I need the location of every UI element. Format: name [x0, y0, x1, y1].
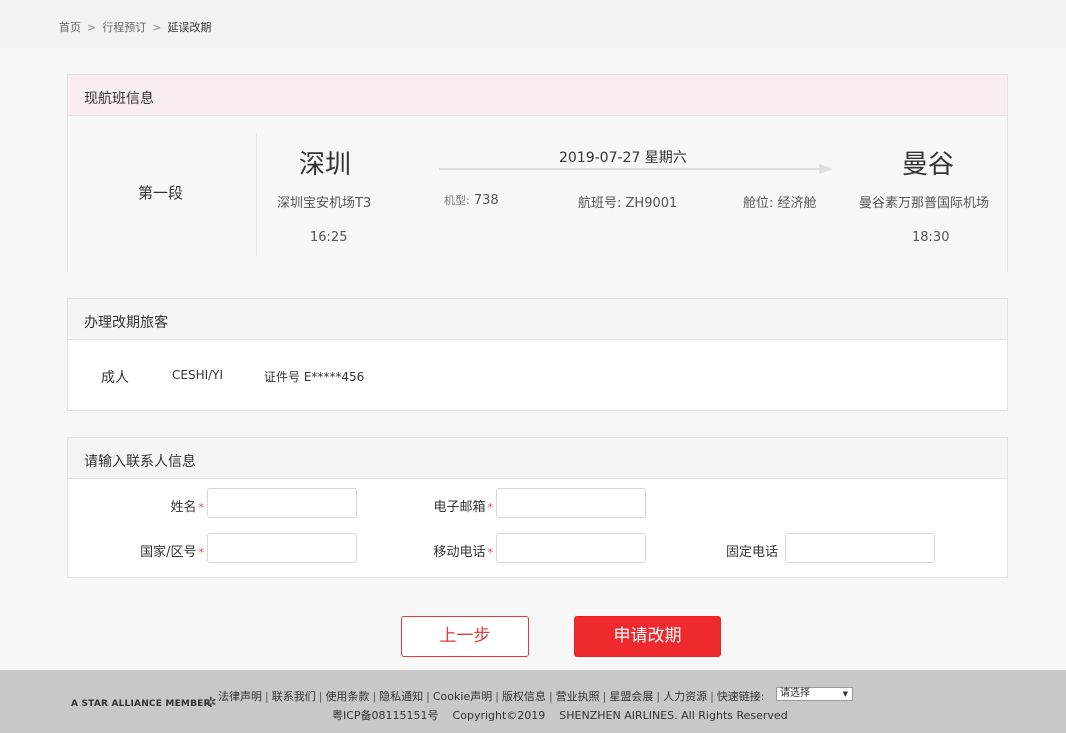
divider — [256, 134, 257, 256]
country-code-input[interactable] — [207, 533, 357, 563]
star-alliance-logo: A STAR ALLIANCE MEMBER — [71, 699, 211, 709]
star-alliance-icon: ✲ — [205, 695, 217, 711]
required-mark: * — [487, 546, 494, 559]
footer: A STAR ALLIANCE MEMBER ✲ 法律声明 | 联系我们 | 使用条款 |… — [0, 670, 1066, 733]
section-title: 请输入联系人信息 — [68, 438, 1007, 479]
segment-label: 第一段 — [138, 184, 184, 202]
mobile-input[interactable] — [496, 533, 646, 563]
breadcrumb-home[interactable]: 首页 — [59, 21, 81, 34]
footer-link-contact[interactable]: 联系我们 — [272, 690, 316, 703]
quick-links-value: 请选择 — [780, 688, 810, 699]
destination-airport: 曼谷素万那普国际机场 — [859, 196, 990, 211]
landline-label: 固定电话 — [725, 545, 778, 560]
aircraft-type: 机型: 738 — [444, 192, 499, 208]
required-mark: * — [487, 501, 494, 514]
breadcrumb: 首页 > 行程预订 > 延误改期 — [0, 0, 1066, 48]
breadcrumb-separator: > — [87, 21, 97, 34]
footer-link-privacy[interactable]: 隐私通知 — [379, 690, 423, 703]
footer-link-terms[interactable]: 使用条款 — [325, 690, 369, 703]
country-code-label: 国家/区号 * — [98, 541, 204, 560]
email-label: 电子邮箱 * — [398, 496, 493, 515]
cabin-value: 经济舱 — [777, 196, 817, 211]
quick-links-select[interactable]: 请选择 ▼ — [776, 687, 853, 701]
flight-segment: 第一段 深圳 深圳宝安机场T3 16:25 2019-07-27 星期六 机型:… — [68, 116, 1007, 272]
quick-links-label: 快速链接: — [716, 690, 765, 703]
name-input[interactable] — [207, 488, 357, 518]
destination-city: 曼谷 — [902, 150, 955, 180]
breadcrumb-booking[interactable]: 行程预订 — [102, 21, 146, 34]
cabin-label: 舱位: — [743, 196, 774, 211]
mobile-label-text: 移动电话 — [433, 545, 486, 560]
required-mark: * — [198, 501, 205, 514]
arrival-time: 18:30 — [912, 230, 950, 245]
chevron-down-icon: ▼ — [842, 690, 848, 698]
passenger-section: 办理改期旅客 成人 CESHI/YI 证件号 E*****456 — [67, 298, 1008, 411]
section-title: 现航班信息 — [68, 75, 1007, 116]
flight-number-label: 航班号: — [578, 196, 622, 211]
icp-number: 粤ICP备08115151号 — [332, 709, 439, 722]
footer-links: 法律声明 | 联系我们 | 使用条款 | 隐私通知 | Cookie声明 | 版权信息 | 营业执照 | 星… — [218, 690, 765, 703]
flight-number: 航班号: ZH9001 — [578, 192, 677, 211]
origin-city: 深圳 — [299, 150, 352, 180]
footer-link-copyright[interactable]: 版权信息 — [502, 690, 546, 703]
landline-input[interactable] — [785, 533, 935, 563]
name-label: 姓名 * — [128, 496, 204, 515]
copyright: 粤ICP备08115151号 Copyright©2019 SHENZHEN AIR… — [332, 707, 802, 723]
contact-form: 姓名 * 电子邮箱 * 国家/区号 * 移动电话 * 固定电话 — [68, 479, 1007, 578]
required-mark: * — [198, 546, 205, 559]
breadcrumb-current: 延误改期 — [167, 21, 212, 34]
name-label-text: 姓名 — [170, 500, 197, 515]
passenger-id: 证件号 E*****456 — [264, 370, 365, 384]
email-label-text: 电子邮箱 — [433, 500, 486, 515]
footer-link-legal[interactable]: 法律声明 — [218, 690, 262, 703]
flight-date: 2019-07-27 星期六 — [559, 150, 687, 166]
passenger-type: 成人 — [101, 370, 129, 386]
footer-link-cookie[interactable]: Cookie声明 — [433, 690, 492, 703]
section-title: 办理改期旅客 — [68, 299, 1007, 340]
email-input[interactable] — [496, 488, 646, 518]
passenger-row: 成人 CESHI/YI 证件号 E*****456 — [68, 340, 1007, 411]
mobile-label: 移动电话 * — [398, 541, 493, 560]
company-rights: SHENZHEN AIRLINES. All Rights Reserved — [559, 709, 788, 722]
flight-number-value: ZH9001 — [625, 196, 678, 211]
departure-time: 16:25 — [310, 230, 348, 245]
footer-link-alliance[interactable]: 星盟会展 — [609, 690, 653, 703]
country-code-label-text: 国家/区号 — [140, 545, 197, 560]
copyright-year: Copyright©2019 — [452, 709, 546, 722]
previous-step-button[interactable]: 上一步 — [401, 616, 529, 657]
apply-reschedule-button[interactable]: 申请改期 — [574, 616, 721, 657]
aircraft-value: 738 — [473, 193, 499, 208]
aircraft-label: 机型: — [444, 194, 470, 207]
footer-link-license[interactable]: 营业执照 — [556, 690, 600, 703]
origin-airport: 深圳宝安机场T3 — [277, 196, 372, 211]
flight-info-section: 现航班信息 第一段 深圳 深圳宝安机场T3 16:25 2019-07-27 星… — [67, 74, 1008, 272]
breadcrumb-separator: > — [152, 21, 162, 34]
cabin-class: 舱位: 经济舱 — [743, 192, 817, 211]
contact-section: 请输入联系人信息 姓名 * 电子邮箱 * 国家/区号 * 移动电话 * 固定电话 — [67, 437, 1008, 578]
flight-arrow-icon — [439, 164, 833, 174]
footer-link-hr[interactable]: 人力资源 — [663, 690, 707, 703]
passenger-name: CESHI/YI — [172, 368, 224, 382]
